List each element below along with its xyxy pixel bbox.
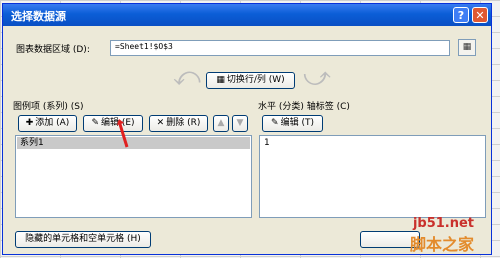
add-series-label: 添加 (A)	[35, 118, 70, 128]
watermark: jb51.net 脚本之家	[410, 216, 474, 255]
delete-icon: ✕	[156, 118, 165, 128]
edit-axis-labels-button[interactable]: ✎ 编辑 (T)	[262, 115, 323, 132]
switch-icon: ▦	[216, 75, 225, 85]
curved-arrow-left-icon: ⤺	[173, 62, 201, 92]
chart-range-input[interactable]: =Sheet1!$O$3	[110, 40, 450, 56]
range-collapse-button[interactable]: ▦	[458, 39, 476, 56]
move-down-button[interactable]: ▼	[232, 115, 248, 132]
axis-labels-list[interactable]: 1	[259, 135, 486, 218]
move-up-button[interactable]: ▲	[213, 115, 229, 132]
add-series-button[interactable]: ✚ 添加 (A)	[18, 115, 77, 132]
watermark-brand: 脚本之家	[410, 235, 475, 254]
range-picker-icon: ▦	[462, 42, 472, 52]
switch-row-column-label: 切换行/列 (W)	[226, 75, 285, 85]
close-button[interactable]: ✕	[472, 7, 488, 23]
help-button[interactable]: ?	[453, 7, 469, 23]
add-icon: ✚	[25, 118, 34, 128]
watermark-site: jb51.net	[412, 216, 475, 231]
dialog-title: 选择数据源	[11, 10, 66, 23]
legend-entries-label: 图例项 (系列) (S)	[13, 102, 84, 112]
curved-arrow-right-icon: ⤻	[303, 62, 331, 92]
delete-series-button[interactable]: ✕ 删除 (R)	[149, 115, 208, 132]
dialog-titlebar[interactable]: 选择数据源 ? ✕	[3, 4, 491, 26]
edit-icon: ✎	[271, 118, 279, 128]
axis-labels-label: 水平 (分类) 轴标签 (C)	[258, 102, 350, 112]
delete-series-label: 删除 (R)	[166, 118, 201, 128]
list-item[interactable]: 1	[261, 137, 484, 149]
hidden-empty-cells-button[interactable]: 隐藏的单元格和空单元格 (H)	[15, 231, 151, 248]
chart-range-label: 图表数据区域 (D):	[16, 45, 90, 55]
edit-axis-labels-label: 编辑 (T)	[280, 118, 314, 128]
edit-icon: ✎	[91, 118, 99, 128]
highlight-arrow-icon	[117, 119, 129, 148]
switch-row-column-button[interactable]: ▦ 切换行/列 (W)	[206, 72, 295, 89]
